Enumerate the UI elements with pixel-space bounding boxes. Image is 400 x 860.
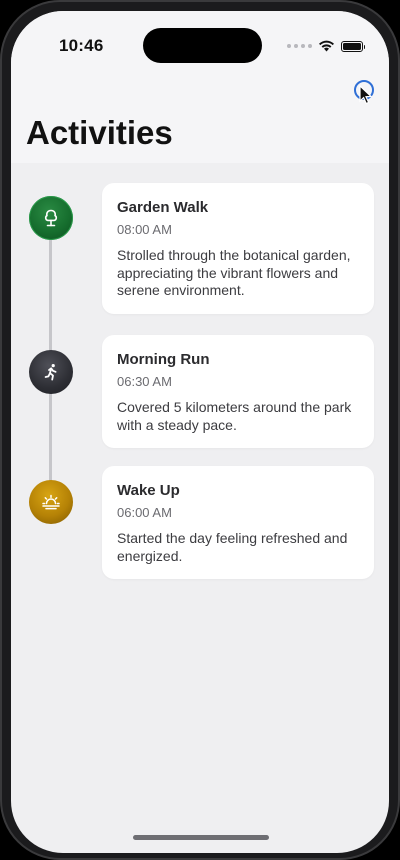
activity-time: 06:30 AM bbox=[117, 374, 172, 389]
activity-card[interactable]: Morning Run 06:30 AM Covered 5 kilometer… bbox=[102, 335, 374, 448]
sunrise-icon bbox=[42, 494, 60, 510]
activity-icon-wake-up bbox=[29, 480, 73, 524]
activity-description: Covered 5 kilometers around the park wit… bbox=[117, 399, 352, 433]
activity-title: Garden Walk bbox=[117, 199, 209, 216]
activity-card[interactable]: Wake Up 06:00 AM Started the day feeling… bbox=[102, 466, 374, 579]
activity-time: 06:00 AM bbox=[117, 505, 172, 520]
app-screen: 10:46 Activities Garden Walk 08:00 AM St… bbox=[11, 11, 389, 853]
wifi-icon bbox=[319, 40, 334, 52]
home-indicator[interactable] bbox=[133, 835, 269, 840]
activity-description: Strolled through the botanical garden, a… bbox=[117, 247, 351, 298]
battery-icon bbox=[341, 40, 365, 52]
status-bar-time: 10:46 bbox=[59, 36, 104, 55]
activity-time: 08:00 AM bbox=[117, 222, 172, 237]
activity-description: Started the day feeling refreshed and en… bbox=[117, 530, 348, 564]
activity-icon-morning-run bbox=[29, 350, 73, 394]
tree-icon bbox=[44, 209, 58, 227]
activity-card[interactable]: Garden Walk 08:00 AM Strolled through th… bbox=[102, 183, 374, 314]
page-title: Activities bbox=[26, 114, 173, 151]
activity-title: Morning Run bbox=[117, 351, 210, 368]
mouse-pointer-icon bbox=[359, 85, 373, 105]
activity-icon-garden-walk bbox=[29, 196, 73, 240]
cellular-signal-icon bbox=[287, 44, 312, 48]
dynamic-island bbox=[143, 28, 262, 63]
activity-title: Wake Up bbox=[117, 482, 180, 499]
status-bar-icons bbox=[287, 40, 365, 52]
running-figure-icon bbox=[44, 364, 57, 381]
phone-frame: 10:46 Activities Garden Walk 08:00 AM St… bbox=[0, 0, 400, 860]
